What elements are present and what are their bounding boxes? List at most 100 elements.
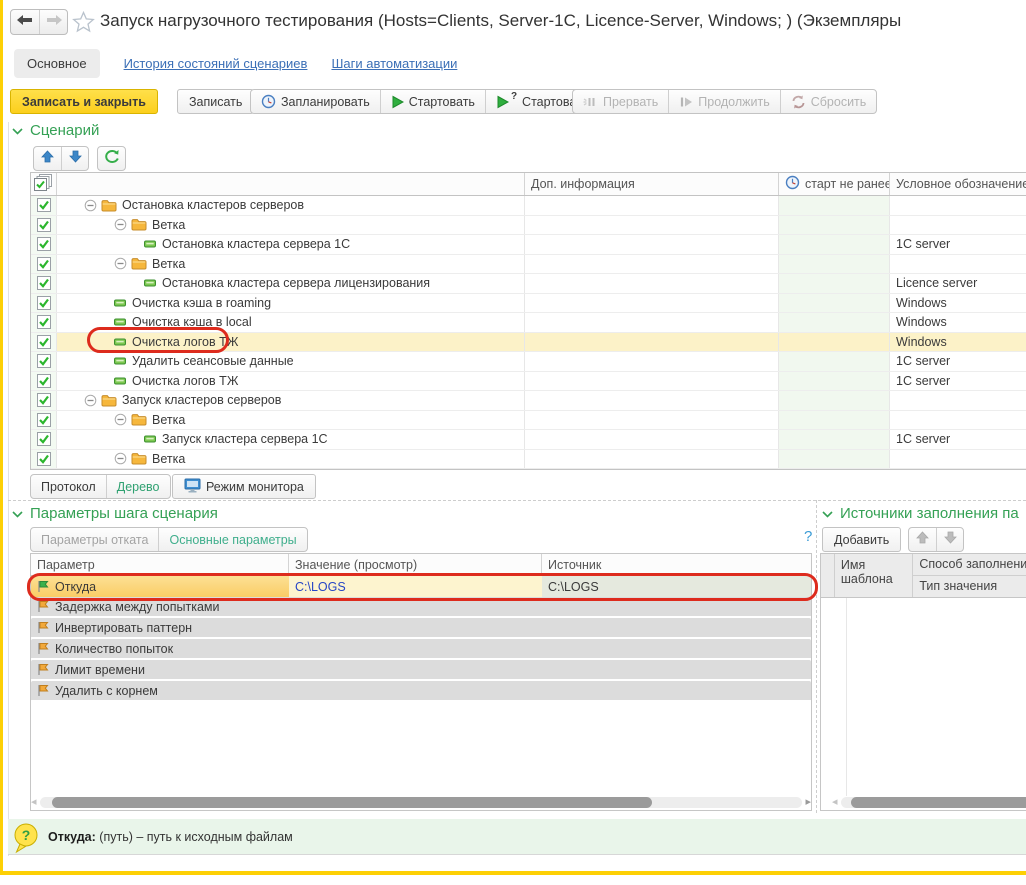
start-button[interactable]: Стартовать: [379, 90, 485, 113]
start-not-before-cell: [779, 371, 890, 390]
row-checkbox[interactable]: [31, 274, 57, 293]
param-source-cell: [542, 618, 811, 637]
tree-row[interactable]: Ветка: [31, 215, 1026, 235]
param-name-label: Количество попыток: [55, 641, 174, 656]
tree-row[interactable]: Очистка логов ТЖ Windows: [31, 332, 1026, 352]
start-not-before-column-header[interactable]: старт не ранее...: [779, 173, 890, 195]
row-checkbox[interactable]: [31, 352, 57, 371]
expand-toggle-icon[interactable]: [114, 413, 127, 426]
row-checkbox[interactable]: [31, 293, 57, 312]
tree-row[interactable]: Запуск кластера сервера 1С 1C server: [31, 430, 1026, 450]
param-name-cell: Задержка между попытками: [31, 597, 289, 616]
expand-toggle-icon[interactable]: [84, 394, 97, 407]
page-title: Запуск нагрузочного тестирования (Hosts=…: [100, 11, 902, 30]
row-move-group: [33, 146, 89, 171]
param-column-header[interactable]: Параметр: [31, 554, 289, 575]
tab-rollback-params[interactable]: Параметры отката: [31, 528, 158, 551]
fill-sources-horizontal-scrollbar[interactable]: ◂: [832, 795, 1026, 810]
scrollbar-thumb[interactable]: [51, 797, 652, 808]
tree-row[interactable]: Запуск кластеров серверов: [31, 391, 1026, 411]
scroll-left-arrow[interactable]: ◂: [31, 797, 37, 808]
value-column-header[interactable]: Значение (просмотр): [289, 554, 542, 575]
tree-row[interactable]: Очистка кэша в roaming Windows: [31, 293, 1026, 313]
arrow-down-icon: [943, 531, 957, 549]
row-checkbox[interactable]: [31, 391, 57, 410]
move-up-button-disabled[interactable]: [909, 528, 936, 551]
scenario-section-header[interactable]: Сценарий: [12, 122, 99, 139]
extra-info-column-header[interactable]: Доп. информация: [525, 173, 779, 195]
back-button[interactable]: [11, 10, 39, 34]
row-checkbox[interactable]: [31, 449, 57, 468]
expand-toggle-icon[interactable]: [84, 199, 97, 212]
move-up-button[interactable]: [34, 147, 61, 170]
scroll-left-arrow[interactable]: ◂: [832, 797, 838, 808]
param-row[interactable]: Количество попыток: [31, 639, 811, 660]
tab-0[interactable]: Основное: [14, 48, 100, 78]
row-checkbox[interactable]: [31, 371, 57, 390]
row-checkbox[interactable]: [31, 235, 57, 254]
tab-2[interactable]: Шаги автоматизации: [331, 56, 457, 71]
source-column-header[interactable]: Источник: [542, 554, 811, 575]
param-row[interactable]: Задержка между попытками: [31, 597, 811, 618]
tree-row[interactable]: Остановка кластера сервера лицензировани…: [31, 274, 1026, 294]
row-checkbox[interactable]: [31, 410, 57, 429]
view-tab-tree[interactable]: Дерево: [105, 475, 170, 498]
fill-method-column-header[interactable]: Способ заполнения: [913, 554, 1026, 576]
row-checkbox[interactable]: [31, 430, 57, 449]
tree-row[interactable]: [31, 469, 1026, 470]
favorite-star-icon[interactable]: [72, 10, 95, 38]
row-checkbox[interactable]: [31, 215, 57, 234]
reset-button[interactable]: Сбросить: [779, 90, 877, 113]
add-button[interactable]: Добавить: [822, 527, 902, 552]
tree-row[interactable]: Очистка логов ТЖ 1C server: [31, 371, 1026, 391]
select-all-column-header[interactable]: [31, 173, 57, 195]
tree-row[interactable]: Остановка кластера сервера 1С 1C server: [31, 235, 1026, 255]
tree-row[interactable]: Ветка: [31, 449, 1026, 469]
expand-toggle-icon[interactable]: [114, 257, 127, 270]
tree-row[interactable]: Остановка кластеров серверов: [31, 196, 1026, 216]
view-tab-protocol[interactable]: Протокол: [31, 475, 106, 498]
tab-main-params[interactable]: Основные параметры: [158, 528, 306, 551]
forward-button[interactable]: [39, 10, 67, 34]
param-row[interactable]: Инвертировать паттерн: [31, 618, 811, 639]
extra-info-cell: [525, 410, 779, 429]
row-checkbox[interactable]: [31, 469, 57, 470]
param-row[interactable]: Откуда C:\LOGS C:\LOGS: [31, 576, 811, 597]
move-down-button[interactable]: [61, 147, 88, 170]
tree-row[interactable]: Ветка: [31, 254, 1026, 274]
params-horizontal-scrollbar[interactable]: ◂ ▸: [31, 795, 811, 810]
abort-button[interactable]: Прервать: [573, 90, 668, 113]
fill-sources-section-header[interactable]: Источники заполнения па: [822, 505, 1026, 522]
tree-cell: Ветка: [57, 410, 525, 429]
save-and-close-button[interactable]: Записать и закрыть: [10, 89, 158, 114]
designation-column-header[interactable]: Условное обозначение ед: [890, 173, 1026, 195]
scroll-right-arrow[interactable]: ▸: [805, 797, 811, 808]
refresh-button[interactable]: [97, 146, 126, 171]
param-source-cell: [542, 660, 811, 679]
params-help-icon[interactable]: ?: [804, 528, 812, 545]
schedule-button[interactable]: Запланировать: [251, 90, 380, 113]
resume-button[interactable]: Продолжить: [668, 90, 779, 113]
scrollbar-thumb[interactable]: [850, 797, 1026, 808]
flag-orange-icon: [37, 600, 49, 613]
save-button[interactable]: Записать: [177, 89, 255, 114]
row-checkbox[interactable]: [31, 196, 57, 215]
expand-toggle-icon[interactable]: [114, 452, 127, 465]
tree-row[interactable]: Ветка: [31, 410, 1026, 430]
value-type-column-header[interactable]: Тип значения: [913, 576, 1026, 597]
step-params-section-header[interactable]: Параметры шага сценария: [12, 505, 218, 522]
row-checkbox[interactable]: [31, 254, 57, 273]
param-source-cell: [542, 681, 811, 700]
tab-1[interactable]: История состояний сценариев: [124, 56, 308, 71]
expand-toggle-icon[interactable]: [114, 218, 127, 231]
tree-row[interactable]: Удалить сеансовые данные 1C server: [31, 352, 1026, 372]
template-name-column-header[interactable]: Имя шаблона: [835, 554, 914, 597]
param-row[interactable]: Удалить с корнем: [31, 681, 811, 702]
tree-column-header[interactable]: [57, 173, 525, 195]
row-checkbox[interactable]: [31, 313, 57, 332]
row-checkbox[interactable]: [31, 332, 57, 351]
param-row[interactable]: Лимит времени: [31, 660, 811, 681]
move-down-button-disabled[interactable]: [936, 528, 963, 551]
monitor-mode-button[interactable]: Режим монитора: [172, 474, 316, 499]
tree-row[interactable]: Очистка кэша в local Windows: [31, 313, 1026, 333]
